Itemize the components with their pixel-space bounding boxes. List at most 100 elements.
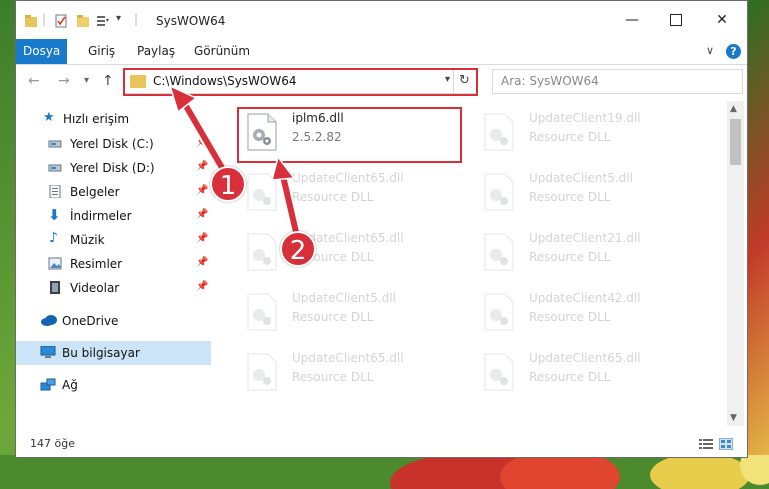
list-item[interactable]: UpdateClient65.dll Resource DLL: [240, 225, 470, 281]
sidebar-item-pictures[interactable]: Resimler 📌: [16, 252, 211, 276]
list-item[interactable]: UpdateClient19.dll Resource DLL: [477, 105, 707, 161]
download-icon: ⬇: [48, 206, 61, 224]
file-name: UpdateClient19.dll: [529, 111, 641, 125]
up-arrow-icon[interactable]: ↑: [102, 73, 114, 89]
list-item[interactable]: UpdateClient65.dll Resource DLL: [240, 165, 470, 221]
drive-icon: [48, 164, 62, 172]
folder-icon: [25, 15, 37, 27]
window-title: SysWOW64: [156, 14, 226, 28]
title-separator-2: |: [134, 12, 139, 26]
pin-icon[interactable]: 📌: [196, 209, 208, 220]
sidebar-item-label: Ağ: [62, 378, 78, 392]
sidebar-item-quick-access[interactable]: ★ Hızlı erişim: [16, 107, 211, 131]
close-button[interactable]: ✕: [700, 7, 744, 33]
network-icon: [40, 378, 56, 391]
computer-icon: [40, 346, 56, 358]
sidebar-item-videos[interactable]: Videolar 📌: [16, 276, 211, 300]
list-item[interactable]: UpdateClient42.dll Resource DLL: [477, 285, 707, 341]
sidebar-item-label: Bu bilgisayar: [62, 346, 140, 360]
video-icon: [50, 281, 60, 294]
sidebar-item-label: Yerel Disk (C:): [70, 137, 154, 151]
file-highlight-box: [237, 107, 462, 163]
dll-file-icon: [247, 293, 277, 331]
file-name: UpdateClient65.dll: [529, 351, 641, 365]
properties-icon[interactable]: [54, 14, 68, 28]
file-name: UpdateClient65.dll: [292, 351, 404, 365]
sidebar-item-this-pc[interactable]: Bu bilgisayar: [16, 341, 211, 365]
file-description: Resource DLL: [529, 190, 611, 204]
scroll-down-icon[interactable]: ▼: [730, 413, 737, 423]
documents-icon: [49, 185, 61, 198]
new-folder-icon[interactable]: [76, 14, 90, 28]
tab-view[interactable]: Görünüm: [184, 39, 260, 64]
search-input[interactable]: Ara: SysWOW64: [492, 69, 743, 94]
file-description: Resource DLL: [292, 310, 374, 324]
pin-icon[interactable]: 📌: [196, 257, 208, 268]
sidebar-item-label: Videolar: [70, 281, 120, 295]
file-name: UpdateClient5.dll: [292, 291, 396, 305]
back-arrow-icon[interactable]: ←: [28, 73, 40, 89]
scrollbar-thumb[interactable]: [730, 119, 741, 165]
list-item[interactable]: UpdateClient21.dll Resource DLL: [477, 225, 707, 281]
details-view-icon[interactable]: [699, 438, 713, 450]
list-item[interactable]: UpdateClient5.dll Resource DLL: [477, 165, 707, 221]
forward-arrow-icon[interactable]: →: [58, 73, 70, 89]
cloud-icon: [41, 315, 57, 326]
status-bar: 147 öğe: [16, 433, 747, 455]
pin-icon[interactable]: 📌: [196, 233, 208, 244]
recent-locations-icon[interactable]: ▾: [84, 75, 89, 86]
item-count: 147 öğe: [30, 437, 75, 450]
sidebar-item-onedrive[interactable]: OneDrive: [16, 309, 211, 333]
tab-share[interactable]: Paylaş: [127, 39, 185, 64]
minimize-button[interactable]: —: [610, 7, 654, 33]
tab-home[interactable]: Giriş: [78, 39, 125, 64]
list-item[interactable]: UpdateClient65.dll Resource DLL: [240, 345, 470, 401]
sidebar-item-label: Belgeler: [70, 185, 120, 199]
navigation-pane: ★ Hızlı erişim Yerel Disk (C:) 📌 Yerel D…: [16, 101, 211, 426]
dll-file-icon: [484, 293, 514, 331]
file-name: UpdateClient42.dll: [529, 291, 641, 305]
pin-icon[interactable]: 📌: [196, 281, 208, 292]
file-description: Resource DLL: [529, 370, 611, 384]
sidebar-item-label: Yerel Disk (D:): [70, 161, 155, 175]
minimize-icon: —: [625, 12, 639, 28]
step-2-badge: 2: [280, 231, 316, 267]
maximize-button[interactable]: [654, 7, 698, 33]
list-item[interactable]: UpdateClient65.dll Resource DLL: [477, 345, 707, 401]
sidebar-item-label: İndirmeler: [70, 209, 132, 223]
music-icon: ♪: [49, 230, 58, 246]
file-description: Resource DLL: [292, 370, 374, 384]
sidebar-item-downloads[interactable]: ⬇ İndirmeler 📌: [16, 204, 211, 228]
star-icon: ★: [43, 110, 55, 125]
dll-file-icon: [247, 233, 277, 271]
vertical-scrollbar[interactable]: ▲ ▼: [727, 101, 744, 426]
sidebar-item-label: OneDrive: [62, 314, 119, 328]
sidebar-item-documents[interactable]: Belgeler 📌: [16, 180, 211, 204]
file-name: UpdateClient21.dll: [529, 231, 641, 245]
pin-icon[interactable]: 📌: [196, 161, 208, 172]
pin-icon[interactable]: 📌: [196, 185, 208, 196]
title-bar: | ▾ | SysWOW64 — ✕: [16, 1, 747, 39]
sidebar-item-network[interactable]: Ağ: [16, 373, 211, 397]
customize-toolbar-icon[interactable]: [96, 14, 110, 28]
list-item[interactable]: UpdateClient5.dll Resource DLL: [240, 285, 470, 341]
chevron-down-icon[interactable]: ▾: [116, 13, 121, 24]
tab-file[interactable]: Dosya: [16, 39, 67, 64]
file-description: Resource DLL: [529, 130, 611, 144]
sidebar-item-local-disk-d[interactable]: Yerel Disk (D:) 📌: [16, 156, 211, 180]
close-icon: ✕: [716, 12, 728, 28]
file-description: Resource DLL: [529, 250, 611, 264]
help-icon[interactable]: ?: [726, 44, 741, 59]
dll-file-icon: [484, 173, 514, 211]
pin-icon[interactable]: 📌: [196, 137, 208, 148]
address-highlight-box: [123, 68, 478, 96]
sidebar-item-music[interactable]: ♪ Müzik 📌: [16, 228, 211, 252]
sidebar-item-local-disk-c[interactable]: Yerel Disk (C:) 📌: [16, 132, 211, 156]
large-icons-view-icon[interactable]: [719, 438, 733, 450]
dll-file-icon: [247, 173, 277, 211]
desktop-wallpaper: [0, 455, 769, 489]
dll-file-icon: [484, 233, 514, 271]
expand-ribbon-icon[interactable]: ∨: [706, 44, 714, 57]
scroll-up-icon[interactable]: ▲: [730, 104, 737, 114]
maximize-icon: [670, 14, 682, 26]
